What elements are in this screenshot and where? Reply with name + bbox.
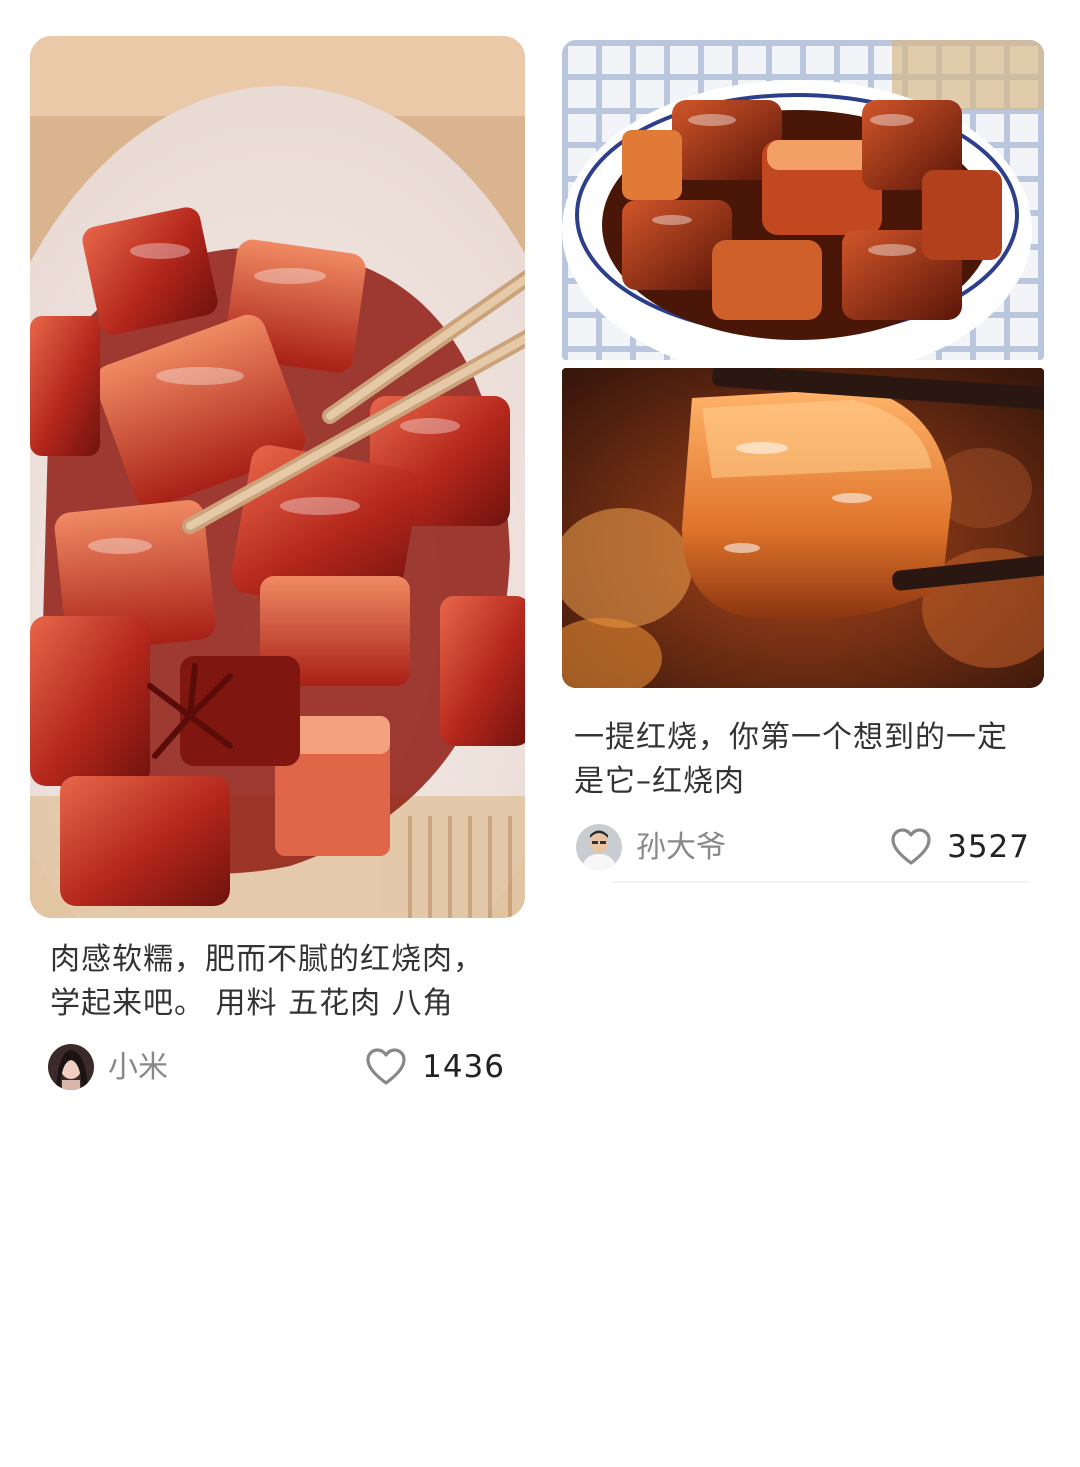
recipe-card[interactable]: 一提红烧，你第一个想到的一定 是它–红烧肉 孙大爷 3527 xyxy=(562,40,1044,872)
heart-outline-icon xyxy=(366,1048,406,1085)
braised-pork-bowl-image xyxy=(562,40,1044,360)
like-button[interactable]: 3527 xyxy=(889,825,1030,869)
like-button[interactable]: 1436 xyxy=(364,1045,505,1089)
recipe-feed: 肉感软糯，肥而不腻的红烧肉， 学起来吧。 用料 五花肉 八角 做.. 小米 14… xyxy=(0,0,1080,1467)
recipe-photo[interactable] xyxy=(562,40,1044,360)
braised-pork-closeup-image xyxy=(562,368,1044,688)
recipe-caption[interactable]: 一提红烧，你第一个想到的一定 是它–红烧肉 xyxy=(562,688,1044,804)
recipe-meta: 小米 1436 xyxy=(30,1042,525,1092)
avatar[interactable] xyxy=(576,824,622,870)
heart-outline-icon xyxy=(891,828,931,865)
caption-line: 一提红烧，你第一个想到的一定 xyxy=(574,720,1008,755)
recipe-card[interactable]: 肉感软糯，肥而不腻的红烧肉， 学起来吧。 用料 五花肉 八角 做.. 小米 14… xyxy=(30,36,525,1092)
braised-pork-plate-image xyxy=(30,36,525,918)
author-name[interactable]: 小米 xyxy=(108,1042,168,1086)
caption-line: 肉感软糯，肥而不腻的红烧肉， xyxy=(50,942,484,977)
like-count: 1436 xyxy=(422,1049,505,1085)
card-divider xyxy=(612,881,1030,883)
caption-line: 学起来吧。 用料 五花肉 八角 做.. xyxy=(50,986,454,1021)
recipe-caption[interactable]: 肉感软糯，肥而不腻的红烧肉， 学起来吧。 用料 五花肉 八角 做.. xyxy=(30,918,525,1026)
recipe-meta: 孙大爷 3527 xyxy=(562,822,1044,872)
author-name[interactable]: 孙大爷 xyxy=(636,822,726,866)
user-avatar-image xyxy=(48,1044,94,1090)
like-count: 3527 xyxy=(947,829,1030,865)
recipe-photo[interactable] xyxy=(30,36,525,918)
user-avatar-image xyxy=(576,824,622,870)
recipe-photo[interactable] xyxy=(562,368,1044,688)
caption-line: 是它–红烧肉 xyxy=(574,764,745,799)
avatar[interactable] xyxy=(48,1044,94,1090)
